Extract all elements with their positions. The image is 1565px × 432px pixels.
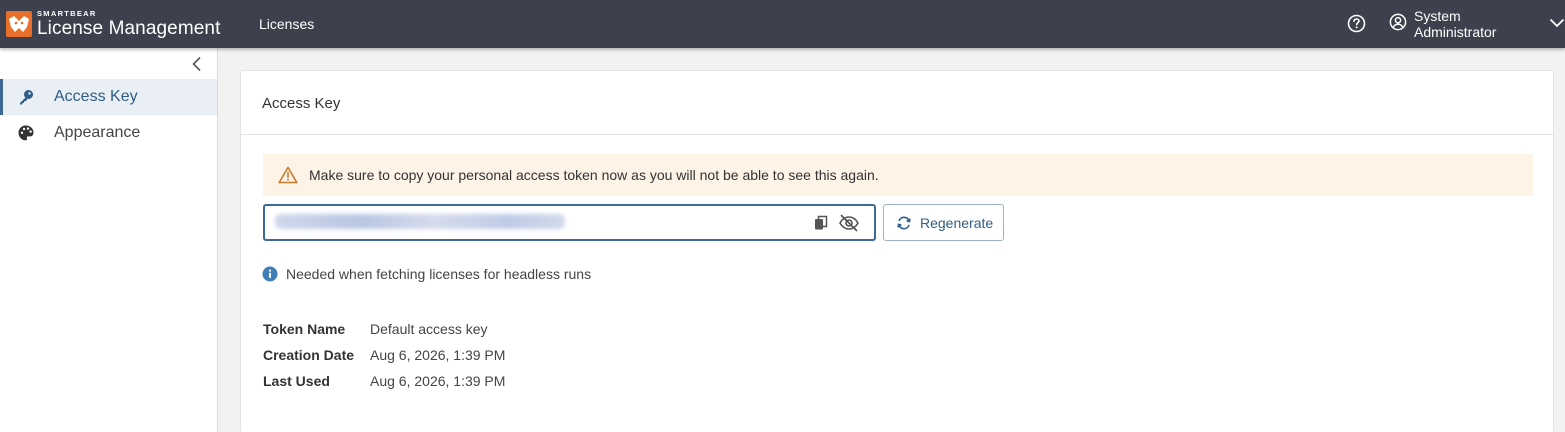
card-divider <box>241 134 1553 135</box>
user-name: System Administrator <box>1414 8 1497 40</box>
detail-value: Aug 6, 2026, 1:39 PM <box>370 373 506 389</box>
detail-label: Creation Date <box>263 347 355 363</box>
detail-value: Aug 6, 2026, 1:39 PM <box>370 347 506 363</box>
nav-licenses-link[interactable]: Licenses <box>259 16 314 32</box>
detail-label: Last Used <box>263 373 330 389</box>
logo-brand-text: SMARTBEAR <box>37 9 97 18</box>
access-token-value-blurred[interactable]: •••••••••••••••••••••••••••••••••••• <box>275 214 565 229</box>
help-icon[interactable] <box>1347 14 1366 33</box>
refresh-icon <box>896 215 912 231</box>
palette-icon <box>17 124 35 142</box>
user-avatar-icon <box>1389 13 1407 36</box>
info-text: Needed when fetching licenses for headle… <box>286 266 592 282</box>
warning-icon <box>278 166 298 184</box>
logo-product-text: License Management <box>37 17 221 39</box>
access-token-field[interactable]: •••••••••••••••••••••••••••••••••••• <box>263 204 876 241</box>
sidebar-item-appearance[interactable]: Appearance <box>0 115 217 151</box>
warning-text: Make sure to copy your personal access t… <box>309 167 879 183</box>
smartbear-logo-icon <box>6 11 32 37</box>
info-note: Needed when fetching licenses for headle… <box>262 266 591 282</box>
user-menu[interactable]: System Administrator <box>1389 8 1565 40</box>
detail-value: Default access key <box>370 321 488 337</box>
info-icon <box>262 266 278 282</box>
collapse-sidebar-chevron-left-icon[interactable] <box>188 55 206 73</box>
eye-slash-icon[interactable] <box>838 213 860 233</box>
top-header: SMARTBEAR License Management Licenses Sy… <box>0 0 1565 48</box>
page-title: Access Key <box>262 95 341 112</box>
sidebar: Access Key Appearance <box>0 48 218 432</box>
copy-icon[interactable] <box>812 214 830 232</box>
access-key-card: Access Key Make sure to copy your person… <box>240 70 1554 432</box>
warning-banner: Make sure to copy your personal access t… <box>263 154 1533 196</box>
regenerate-button[interactable]: Regenerate <box>883 204 1004 241</box>
detail-label: Token Name <box>263 321 346 337</box>
sidebar-item-label: Appearance <box>54 124 141 141</box>
key-icon <box>17 88 35 106</box>
smartbear-logo[interactable]: SMARTBEAR License Management <box>6 8 220 38</box>
sidebar-item-access-key[interactable]: Access Key <box>0 79 217 115</box>
regenerate-label: Regenerate <box>920 214 994 231</box>
chevron-down-icon <box>1549 15 1565 33</box>
sidebar-item-label: Access Key <box>54 88 138 105</box>
